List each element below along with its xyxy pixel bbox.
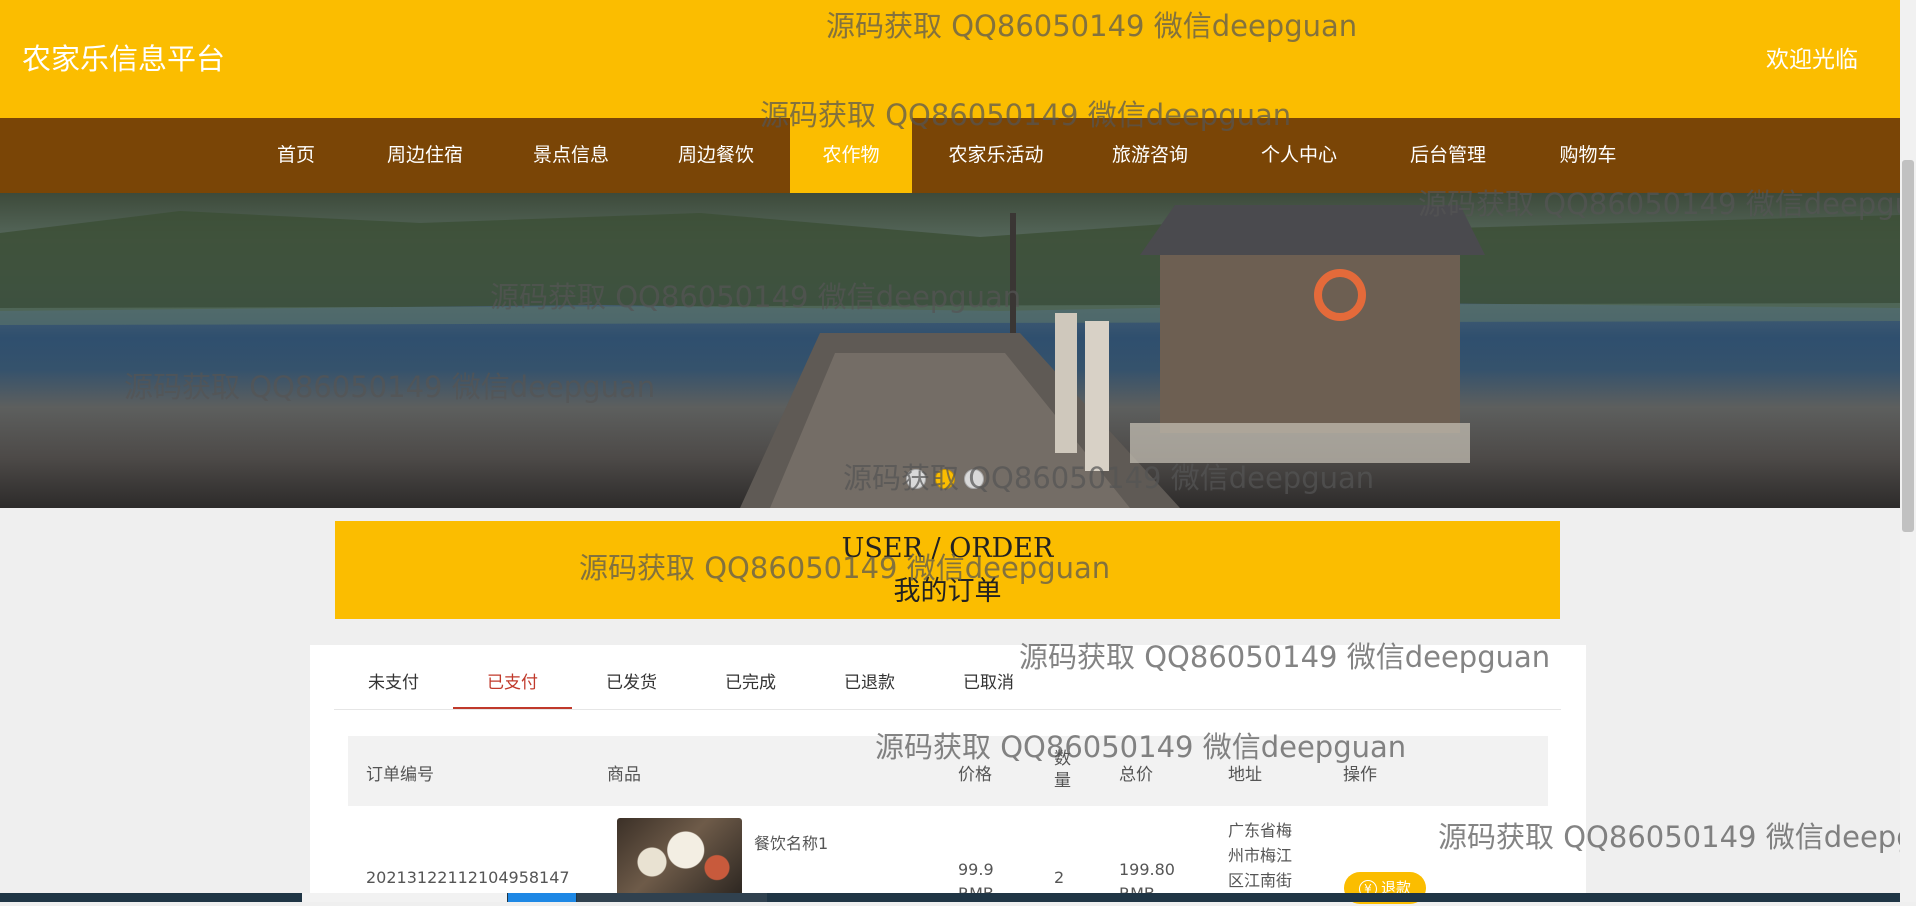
- page-scrollbar[interactable]: [1900, 0, 1916, 902]
- tab-shipped[interactable]: 已发货: [572, 657, 691, 709]
- tab-completed[interactable]: 已完成: [691, 657, 810, 709]
- scrollbar-thumb[interactable]: [1902, 160, 1914, 532]
- tab-unpaid[interactable]: 未支付: [334, 657, 453, 709]
- nav-item-lodging[interactable]: 周边住宿: [372, 118, 478, 193]
- page-heading: USER / ORDER 我的订单: [335, 521, 1560, 619]
- nav-item-activities[interactable]: 农家乐活动: [935, 118, 1057, 193]
- orders-panel: 未支付 已支付 已发货 已完成 已退款 已取消 订单编号 商品 价格 数量 总价…: [310, 645, 1586, 904]
- heading-english: USER / ORDER: [841, 533, 1054, 564]
- banner-image: [0, 205, 1900, 508]
- nav-item-admin[interactable]: 后台管理: [1393, 118, 1503, 193]
- tab-cancelled[interactable]: 已取消: [929, 657, 1048, 709]
- goods-name[interactable]: 餐饮名称1: [754, 830, 828, 854]
- column-address: 地址: [1228, 765, 1262, 785]
- column-quantity: 数量: [1054, 749, 1071, 791]
- tab-paid[interactable]: 已支付: [453, 657, 572, 709]
- goods-image[interactable]: [617, 818, 742, 898]
- heading-chinese: 我的订单: [893, 576, 1002, 607]
- column-total: 总价: [1119, 765, 1153, 785]
- banner-carousel: [0, 193, 1900, 508]
- order-address: 广东省梅州市梅江区江南街: [1228, 821, 1293, 890]
- main-nav: 首页 周边住宿 景点信息 周边餐饮 农作物 农家乐活动 旅游咨询 个人中心 后台…: [0, 118, 1900, 193]
- nav-item-personal-center[interactable]: 个人中心: [1244, 118, 1354, 193]
- nav-item-attractions[interactable]: 景点信息: [518, 118, 624, 193]
- column-action: 操作: [1343, 765, 1377, 785]
- carousel-dot-1[interactable]: [906, 469, 926, 489]
- column-price: 价格: [958, 765, 992, 785]
- nav-item-home[interactable]: 首页: [256, 118, 336, 193]
- welcome-text: 欢迎光临: [1766, 47, 1858, 73]
- nav-item-crops[interactable]: 农作物: [790, 118, 912, 193]
- orders-table-header: 订单编号 商品 价格 数量 总价 地址 操作: [348, 736, 1548, 806]
- taskbar-item[interactable]: [508, 893, 576, 902]
- column-goods: 商品: [607, 765, 641, 785]
- column-order-no: 订单编号: [366, 765, 434, 785]
- taskbar: [0, 893, 1900, 902]
- carousel-dot-2[interactable]: [935, 469, 955, 489]
- order-number: 20213122112104958147: [366, 868, 570, 887]
- nav-item-cart[interactable]: 购物车: [1543, 118, 1633, 193]
- tab-refunded[interactable]: 已退款: [810, 657, 929, 709]
- taskbar-item[interactable]: [577, 893, 767, 902]
- taskbar-item[interactable]: [302, 893, 507, 902]
- site-title: 农家乐信息平台: [22, 42, 226, 76]
- order-quantity: 2: [1054, 868, 1065, 887]
- nav-item-travel-consult[interactable]: 旅游咨询: [1095, 118, 1205, 193]
- carousel-dot-3[interactable]: [964, 469, 984, 489]
- order-status-tabs: 未支付 已支付 已发货 已完成 已退款 已取消: [334, 657, 1561, 710]
- table-row: 20213122112104958147 餐饮名称1 99.9 RMB 2 19…: [348, 806, 1548, 904]
- site-header: 农家乐信息平台 欢迎光临: [0, 0, 1900, 118]
- nav-item-dining[interactable]: 周边餐饮: [663, 118, 769, 193]
